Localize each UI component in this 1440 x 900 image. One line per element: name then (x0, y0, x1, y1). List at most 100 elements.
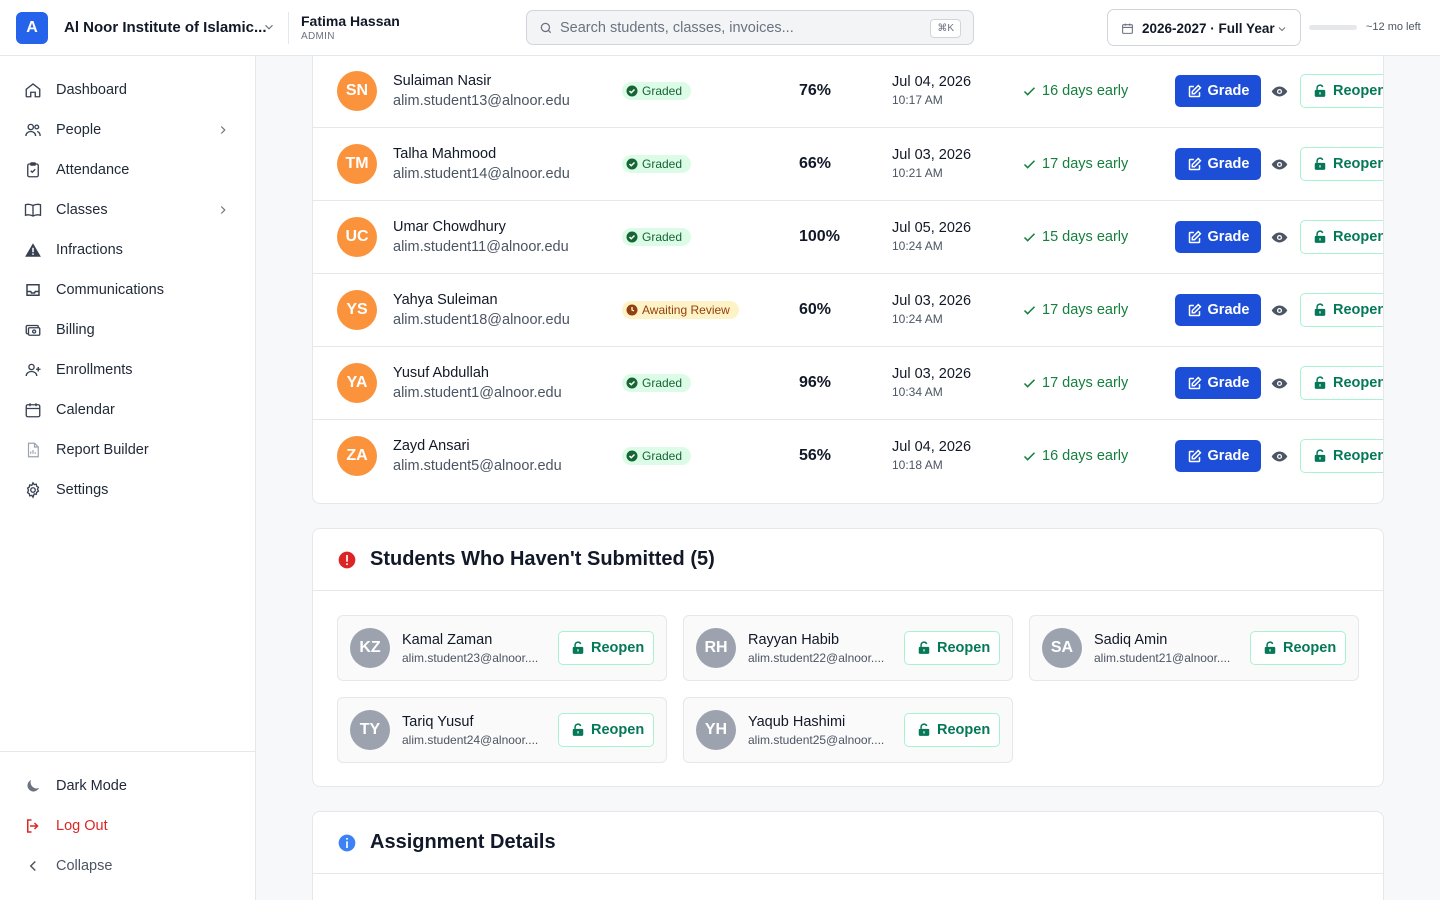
sidebar: Dashboard People Attendance Classes Infr… (0, 56, 256, 900)
view-submission-button[interactable] (1271, 375, 1288, 397)
reopen-button[interactable]: Reopen (1300, 220, 1384, 254)
timing-label: 16 days early (1042, 83, 1129, 99)
reopen-button[interactable]: Reopen (904, 713, 1000, 747)
sidebar-item-classes[interactable]: Classes (16, 192, 240, 228)
status-label: Graded (642, 157, 683, 171)
reopen-button[interactable]: Reopen (904, 631, 1000, 665)
sidebar-item-label: Communications (56, 282, 164, 298)
unlock-icon (1314, 449, 1326, 462)
student-email: alim.student23@alnoor.... (402, 651, 539, 665)
sidebar-item-report-builder[interactable]: Report Builder (16, 432, 240, 468)
institution-switcher[interactable]: Al Noor Institute of Islamic... (64, 19, 267, 36)
timing-label: 15 days early (1042, 229, 1129, 245)
grade-button[interactable]: Grade (1175, 367, 1261, 399)
reopen-button[interactable]: Reopen (1300, 74, 1383, 108)
reopen-button[interactable]: Reopen (1300, 439, 1384, 473)
view-submission-button[interactable] (1271, 83, 1288, 105)
table-row: SN Sulaiman Nasir alim.student13@alnoor.ed… (313, 56, 1383, 127)
reopen-button[interactable]: Reopen (1250, 631, 1346, 665)
reopen-button[interactable]: Reopen (558, 631, 654, 665)
sidebar-item-billing[interactable]: Billing (16, 312, 240, 348)
academic-year-label: 2026-2027 · Full Year (1142, 21, 1275, 36)
grade-label: Grade (1207, 229, 1250, 245)
search-input[interactable]: Search students, classes, invoices... ⌘K (526, 10, 974, 45)
submitted-time: 10:21 AM (892, 166, 943, 180)
eye-icon[interactable] (1271, 156, 1288, 173)
grade-label: Grade (1207, 156, 1250, 172)
sidebar-item-label: Attendance (56, 162, 130, 178)
grade-button[interactable]: Grade (1175, 221, 1261, 253)
sidebar-item-calendar[interactable]: Calendar (16, 392, 240, 428)
avatar: TM (337, 144, 377, 184)
check-icon (1023, 378, 1036, 388)
eye-icon[interactable] (1271, 448, 1288, 465)
eye-icon[interactable] (1271, 302, 1288, 319)
year-progress-bar (1309, 25, 1357, 30)
sidebar-item-infractions[interactable]: Infractions (16, 232, 240, 268)
submission-timing: 17 days early (1022, 302, 1128, 318)
edit-icon (1188, 230, 1202, 243)
view-submission-button[interactable] (1271, 448, 1288, 470)
logout-label: Log Out (56, 818, 108, 834)
score: 96% (799, 374, 832, 391)
logout-button[interactable]: Log Out (16, 808, 240, 844)
sidebar-item-dashboard[interactable]: Dashboard (16, 72, 240, 108)
status-badge: Graded (622, 228, 692, 246)
sidebar-item-people[interactable]: People (16, 112, 240, 148)
alert-circle-icon (338, 551, 356, 569)
collapse-sidebar-button[interactable]: Collapse (16, 848, 240, 884)
status-badge: Graded (622, 82, 692, 100)
sidebar-item-attendance[interactable]: Attendance (16, 152, 240, 188)
view-submission-button[interactable] (1271, 229, 1288, 251)
status-label: Graded (642, 449, 683, 463)
reopen-label: Reopen (937, 640, 991, 656)
avatar: ZA (337, 436, 377, 476)
status-badge: Graded (622, 447, 692, 465)
user-role: ADMIN (301, 31, 335, 42)
view-submission-button[interactable] (1271, 156, 1288, 178)
sidebar-item-label: Settings (56, 482, 109, 498)
grade-button[interactable]: Grade (1175, 75, 1261, 107)
section-title: Students Who Haven't Submitted (5) (370, 548, 715, 570)
sidebar-item-communications[interactable]: Communications (16, 272, 240, 308)
grade-button[interactable]: Grade (1175, 294, 1261, 326)
student-name: Kamal Zaman (402, 632, 493, 648)
avatar: UC (337, 217, 377, 257)
reopen-button[interactable]: Reopen (1300, 293, 1383, 327)
grade-button[interactable]: Grade (1175, 440, 1261, 472)
status-badge: Graded (622, 155, 692, 173)
search-icon (540, 22, 552, 34)
timing-label: 16 days early (1042, 448, 1129, 464)
missing-student-card: RH Rayyan Habib alim.student22@alnoor.... R… (683, 615, 1013, 681)
table-row: TM Talha Mahmood alim.student14@alnoor.edu… (313, 127, 1383, 200)
eye-icon[interactable] (1271, 375, 1288, 392)
academic-year-selector[interactable]: 2026-2027 · Full Year (1107, 9, 1301, 46)
eye-icon[interactable] (1271, 83, 1288, 100)
sidebar-item-settings[interactable]: Settings (16, 472, 240, 508)
time-left-label: ~12 mo left (1366, 21, 1421, 33)
logout-icon (27, 819, 39, 833)
reopen-label: Reopen (937, 722, 991, 738)
submission-timing: 16 days early (1022, 83, 1128, 99)
sidebar-item-label: Report Builder (56, 442, 149, 458)
reopen-label: Reopen (1333, 229, 1384, 245)
eye-icon[interactable] (1271, 229, 1288, 246)
reopen-button[interactable]: Reopen (558, 713, 654, 747)
reopen-button[interactable]: Reopen (1300, 366, 1383, 400)
section-title: Assignment Details (370, 831, 556, 853)
grade-button[interactable]: Grade (1175, 148, 1261, 180)
status-label: Graded (642, 84, 683, 98)
chevron-down-icon[interactable] (262, 20, 276, 34)
dark-mode-toggle[interactable]: Dark Mode (16, 768, 240, 804)
score: 76% (799, 82, 832, 99)
student-email: alim.student5@alnoor.edu (393, 458, 562, 474)
sidebar-item-enrollments[interactable]: Enrollments (16, 352, 240, 388)
table-row: UC Umar Chowdhury alim.student11@alnoor.ed… (313, 200, 1384, 273)
unlock-icon (1314, 376, 1326, 389)
reopen-label: Reopen (1333, 448, 1384, 464)
sidebar-item-label: Classes (56, 202, 108, 218)
check-icon (1023, 232, 1036, 242)
view-submission-button[interactable] (1271, 302, 1288, 324)
reopen-button[interactable]: Reopen (1300, 147, 1383, 181)
submitted-time: 10:17 AM (892, 93, 943, 107)
